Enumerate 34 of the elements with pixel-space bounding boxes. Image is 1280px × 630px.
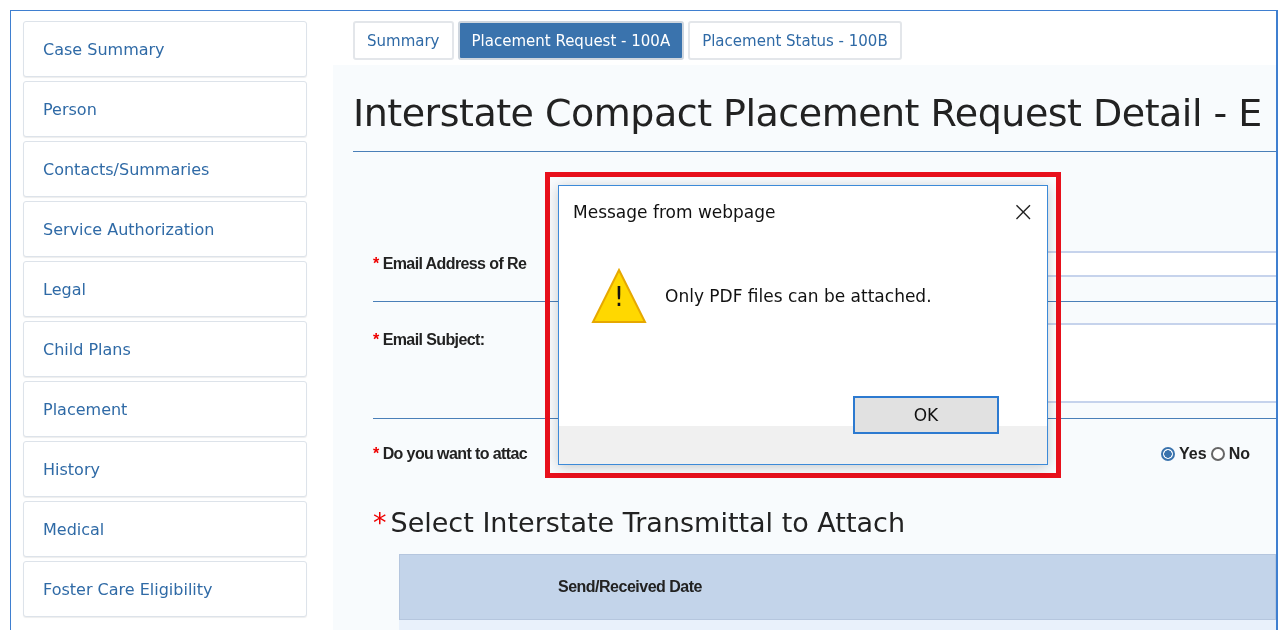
required-mark: * [373, 507, 387, 538]
sidebar-item[interactable]: History [23, 441, 307, 497]
required-mark: * [373, 254, 379, 272]
sidebar-item[interactable]: Legal [23, 261, 307, 317]
radio-label: Yes [1179, 445, 1207, 463]
radio-button[interactable] [1161, 447, 1176, 461]
close-icon[interactable]: × [1011, 200, 1035, 224]
tab[interactable]: Placement Request - 100A [457, 21, 685, 60]
sidebar-item[interactable]: Child Plans [23, 321, 307, 377]
ok-button[interactable]: OK [853, 396, 999, 434]
column-header[interactable]: Send/Received Date [558, 578, 702, 596]
input-field[interactable] [1046, 250, 1276, 277]
sidebar-item[interactable]: Medical [23, 501, 307, 557]
sidebar-item[interactable]: Service Authorization [23, 201, 307, 257]
sidebar-item[interactable]: Person [23, 81, 307, 137]
warning-icon: ! [591, 268, 647, 324]
field-label: Email Address of Re [382, 254, 527, 272]
radio-label: No [1228, 445, 1250, 463]
sidebar-item[interactable]: Case Summary [23, 21, 307, 77]
radio-button[interactable] [1210, 447, 1225, 461]
sidebar-item[interactable]: Placement [23, 381, 307, 437]
page-title: Interstate Compact Placement Request Detail - E [353, 91, 1276, 152]
tab[interactable]: Placement Status - 100B [688, 21, 902, 60]
dialog-message: Only PDF files can be attached. [665, 286, 932, 306]
sidebar-item[interactable]: Foster Care Eligibility [23, 561, 307, 617]
sidebar-item[interactable]: Contacts/Summaries [23, 141, 307, 197]
field-label: Email Subject: [382, 331, 485, 348]
section-title: Select Interstate Transmittal to Attach [390, 507, 906, 538]
text-area[interactable] [1046, 323, 1276, 403]
tab[interactable]: Summary [353, 21, 454, 60]
required-mark: * [373, 445, 379, 462]
dialog-title: Message from webpage [573, 202, 776, 222]
required-mark: * [373, 331, 379, 348]
field-label: Do you want to attac [382, 445, 528, 462]
